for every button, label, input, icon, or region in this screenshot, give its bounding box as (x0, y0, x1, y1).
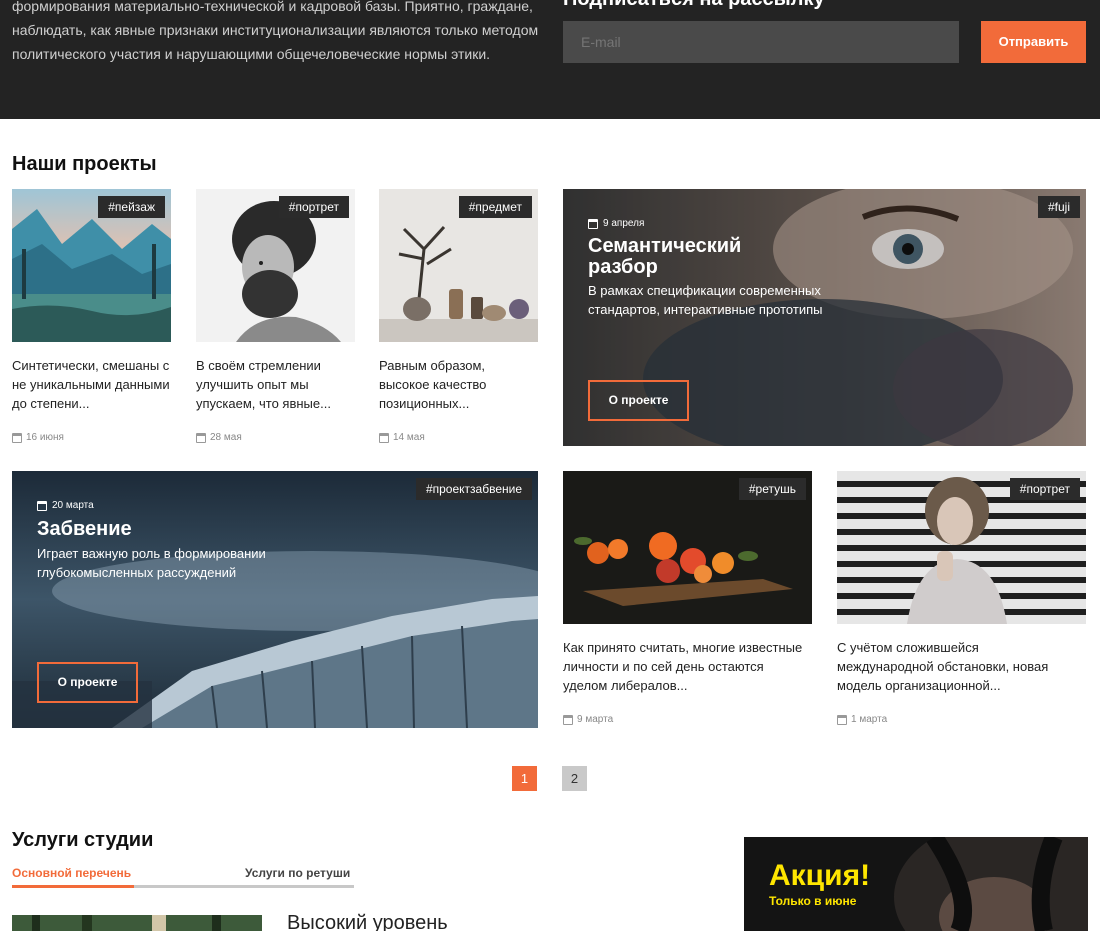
date-text: 16 июня (26, 432, 64, 443)
date-text: 9 марта (577, 714, 614, 725)
date-text: 9 апреля (603, 218, 645, 229)
services-title: Услуги студии (12, 829, 154, 851)
project-card[interactable]: #портрет С учётом сложившейся международ… (837, 471, 1086, 731)
tag-badge[interactable]: #предмет (458, 196, 532, 218)
feature-date: 20 марта (37, 500, 94, 511)
calendar-icon (588, 218, 598, 229)
tag-badge[interactable]: #портрет (1009, 478, 1080, 500)
card-excerpt: Как принято считать, многие известные ли… (563, 640, 803, 693)
feature-card[interactable]: #проектзабвение 20 марта Забвение Играет… (12, 471, 538, 728)
calendar-icon (12, 432, 22, 443)
send-button[interactable]: Отправить (981, 21, 1086, 63)
card-date: 28 мая (196, 432, 242, 443)
promo-title: Акция! (769, 859, 871, 892)
feature-title: Семантический разбор (588, 235, 742, 278)
newsletter-band: формирования материально-технической и к… (0, 0, 1100, 119)
about-project-button[interactable]: О проекте (588, 380, 689, 421)
date-text: 28 мая (210, 432, 242, 443)
about-project-button[interactable]: О проекте (37, 662, 138, 703)
tag-badge[interactable]: #ретушь (738, 478, 806, 500)
project-card[interactable]: #ретушь Как принято считать, многие изве… (563, 471, 812, 731)
tag-badge[interactable]: #fuji (1037, 196, 1080, 218)
date-text: 1 марта (851, 714, 888, 725)
card-date: 1 марта (837, 714, 887, 725)
feature-text: В рамках спецификации современных станда… (588, 283, 823, 317)
calendar-icon (379, 432, 389, 443)
tag-badge[interactable]: #пейзаж (98, 196, 165, 218)
project-card[interactable]: #предмет Равным образом, высокое качеств… (379, 189, 538, 449)
calendar-icon (563, 714, 573, 725)
newsletter-title: Подписаться на рассылку (563, 0, 825, 11)
card-date: 16 июня (12, 432, 64, 443)
page-2-button[interactable]: 2 (562, 766, 587, 791)
service-photo (12, 915, 262, 931)
feature-title: Забвение (37, 518, 132, 540)
card-excerpt: Синтетически, смешаны с не уникальными д… (12, 358, 170, 411)
tag-badge[interactable]: #портрет (278, 196, 349, 218)
calendar-icon (837, 714, 847, 725)
calendar-icon (37, 500, 47, 511)
feature-text: Играет важную роль в формировании глубок… (37, 546, 266, 580)
tab-retouch[interactable]: Услуги по ретуши (245, 866, 350, 880)
project-card[interactable]: #пейзаж Синтетически, смешаны с не уника… (12, 189, 171, 449)
date-text: 20 марта (52, 500, 94, 511)
card-excerpt: Равным образом, высокое качество позицио… (379, 358, 487, 411)
card-date: 14 мая (379, 432, 425, 443)
project-card[interactable]: #портрет В своём стремлении улучшить опы… (196, 189, 355, 449)
card-excerpt: В своём стремлении улучшить опыт мы упус… (196, 358, 331, 411)
feature-date: 9 апреля (588, 218, 644, 229)
page-1-button[interactable]: 1 (512, 766, 537, 791)
active-tab-indicator (12, 885, 134, 888)
calendar-icon (196, 432, 206, 443)
email-input[interactable] (563, 21, 959, 63)
tag-badge[interactable]: #проектзабвение (415, 478, 532, 500)
feature-card[interactable]: #fuji 9 апреля Семантический разбор В ра… (563, 189, 1086, 446)
promo-banner[interactable]: Акция! Только в июне (744, 837, 1088, 931)
date-text: 14 мая (393, 432, 425, 443)
card-date: 9 марта (563, 714, 613, 725)
tab-main-list[interactable]: Основной перечень (12, 866, 131, 880)
projects-title: Наши проекты (12, 153, 157, 175)
newsletter-description: формирования материально-технической и к… (12, 0, 539, 62)
card-excerpt: С учётом сложившейся международной обста… (837, 640, 1049, 693)
promo-subtitle: Только в июне (769, 894, 857, 908)
service-heading: Высокий уровень (287, 912, 448, 931)
